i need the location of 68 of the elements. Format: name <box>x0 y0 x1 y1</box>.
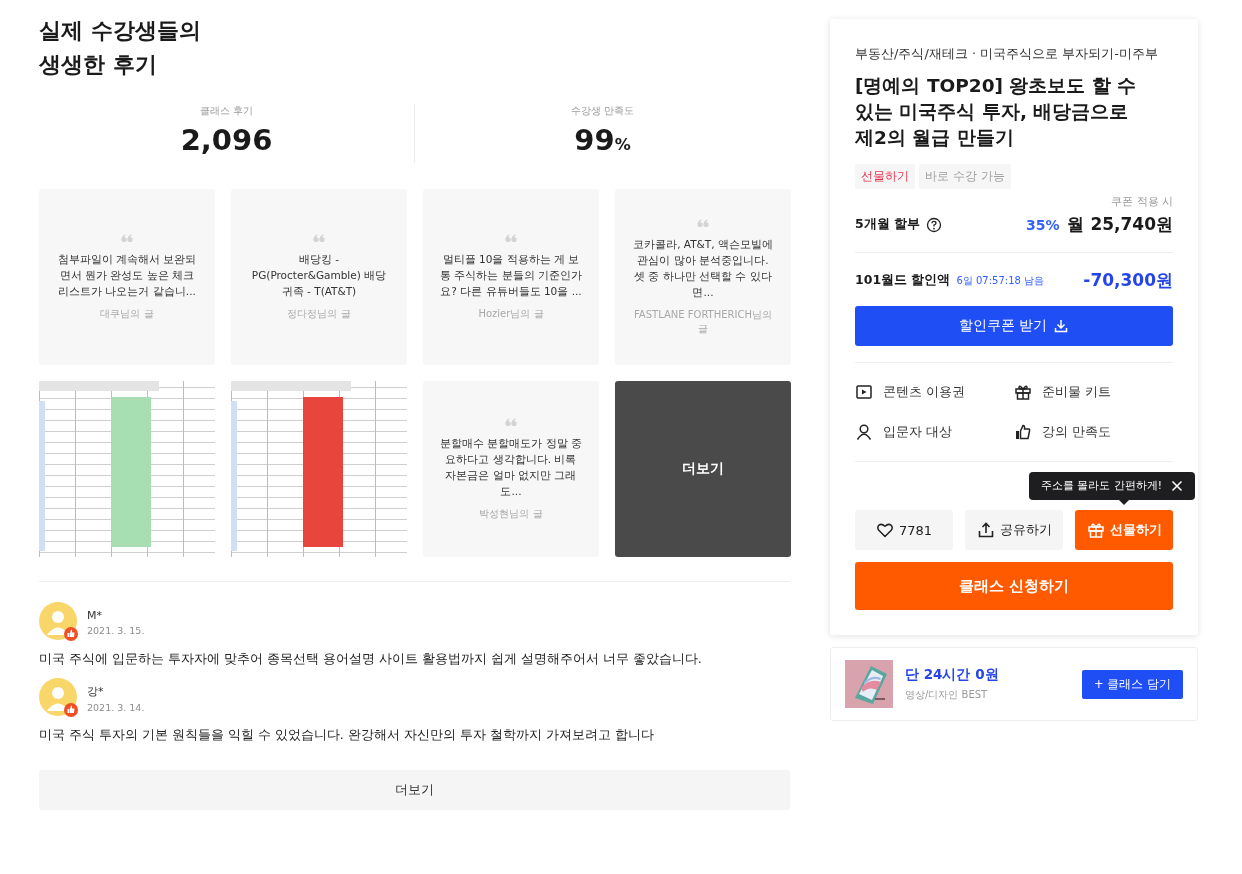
stat-value: 2,096 <box>180 122 273 158</box>
gift-icon <box>1014 383 1032 401</box>
stat-value: 99% <box>574 122 631 159</box>
coupon-note: 쿠폰 적용 시 <box>1111 195 1173 209</box>
reviewer-name: 강* <box>87 683 105 699</box>
help-icon <box>926 216 943 233</box>
review-card[interactable]: 멀티플 10을 적용하는 게 보통 주식하는 분들의 기준인가요? 다른 유튜버들도 10을 ... Hozier님의 글 <box>423 189 599 365</box>
section-title: 실제 수강생들의 생생한 후기 <box>39 17 201 79</box>
review-excerpt: 코카콜라, AT&T, 액슨모빌에 관심이 많아 분석중입니다. 셋 중 하나만 선택할 수 있다면... <box>632 236 774 300</box>
add-class-button[interactable]: + 클래스 담기 <box>1082 669 1183 699</box>
installment-label: 5개월 할부 <box>855 216 921 233</box>
review-card[interactable]: 분할매수 분할매도가 정말 중요하다고 생각합니다. 비록 자본금은 얼마 없지만 그래도... 박성현님의 글 <box>423 381 599 557</box>
review-author: 박성현님의 글 <box>479 506 543 521</box>
promo-subtitle: 영상/디자인 BEST <box>905 688 989 702</box>
reviewer-name: M* <box>87 608 103 622</box>
review-author: 대쿠님의 글 <box>100 306 154 321</box>
class-title: [명예의 TOP20] 왕초보도 할 수 있는 미국주식 투자, 배당금으로 제2의 월급 만들기 <box>855 74 1138 150</box>
quote-icon <box>313 233 325 243</box>
review-date: 2021. 3. 14. <box>87 701 145 713</box>
feature-label: 콘텐츠 이용권 <box>883 383 966 401</box>
review-excerpt: 첨부파일이 계속해서 보완되면서 뭔가 완성도 높은 체크리스트가 나오는거 같습니... <box>56 251 198 299</box>
tag: 바로 수강 가능 <box>919 164 1011 189</box>
review-text: 미국 주식에 입문하는 투자자에 맞추어 종목선택 용어설명 사이트 활용법까지 쉽게 설명해주어서 너무 좋았습니다. <box>39 650 703 668</box>
review-excerpt: 배당킹 - PG(Procter&Gamble) 배당귀족 - T(AT&T) <box>250 251 388 299</box>
review-excerpt: 멀티플 10을 적용하는 게 보통 주식하는 분들의 기준인가요? 다른 유튜버들도 10을 ... <box>439 251 583 299</box>
tooltip-text: 주소를 몰라도 간편하게! <box>1041 479 1162 493</box>
more-button[interactable]: 더보기 <box>39 770 790 810</box>
promo-title: 단 24시간 0원 <box>905 666 1000 684</box>
person-icon <box>855 423 873 441</box>
avatar-icon <box>39 678 79 718</box>
stat-label: 수강생 만족도 <box>570 104 635 118</box>
review-excerpt: 분할매수 분할매도가 정말 중요하다고 생각합니다. 비록 자본금은 얼마 없지만 그래도... <box>439 435 583 499</box>
discount-amount: -70,300원 <box>1083 269 1173 292</box>
review-author: FASTLANE FORTHERICH님의 글 <box>633 307 773 336</box>
discount-label: 101월드 할인액 <box>855 272 951 289</box>
review-card[interactable]: 코카콜라, AT&T, 액슨모빌에 관심이 많아 분석중입니다. 셋 중 하나만 선택할 수 있다면... FASTLANE FORTHERICH님의 글 <box>615 189 791 365</box>
countdown-text: 6일 07:57:18 남음 <box>956 273 1045 288</box>
gift-icon <box>1086 521 1105 539</box>
quote-icon <box>121 233 133 243</box>
more-label: 더보기 <box>682 460 724 478</box>
quote-icon <box>505 417 517 427</box>
feature-label: 준비물 키트 <box>1042 383 1112 401</box>
quote-icon <box>697 218 709 228</box>
review-author: Hozier님의 글 <box>478 306 544 321</box>
stat-label: 클래스 후기 <box>199 104 254 118</box>
review-text: 미국 주식 투자의 기본 원칙들을 익힐 수 있었습니다. 완강해서 자신만의 투자 철학까지 가져보려고 합니다 <box>39 726 655 744</box>
discount-rate: 35% <box>1025 217 1060 233</box>
play-icon <box>855 383 873 401</box>
tag: 선물하기 <box>855 164 915 189</box>
share-icon <box>976 521 995 539</box>
coupon-button[interactable]: 할인쿠폰 받기 <box>855 306 1173 346</box>
feature-label: 강의 만족도 <box>1042 423 1112 441</box>
thumbs-up-icon <box>1014 423 1032 441</box>
review-card[interactable]: 배당킹 - PG(Procter&Gamble) 배당귀족 - T(AT&T) 정다정님의 글 <box>231 189 407 365</box>
feature-label: 입문자 대상 <box>883 423 953 441</box>
more-card[interactable]: 더보기 <box>615 381 791 557</box>
category-text: 부동산/주식/재테크 · 미국주식으로 부자되기-미주부 <box>855 45 1159 63</box>
review-date: 2021. 3. 15. <box>87 624 145 636</box>
review-author: 정다정님의 글 <box>287 306 351 321</box>
monthly-price: 월 25,740원 <box>1067 213 1173 236</box>
share-button[interactable]: 공유하기 <box>965 510 1063 550</box>
like-button[interactable]: 7781 <box>855 510 953 550</box>
avatar-icon <box>39 602 79 642</box>
download-icon <box>1053 318 1070 334</box>
review-card[interactable]: 첨부파일이 계속해서 보완되면서 뭔가 완성도 높은 체크리스트가 나오는거 같습니... 대쿠님의 글 <box>39 189 215 365</box>
close-icon <box>1171 480 1183 492</box>
quote-icon <box>505 233 517 243</box>
heart-icon <box>875 521 894 539</box>
